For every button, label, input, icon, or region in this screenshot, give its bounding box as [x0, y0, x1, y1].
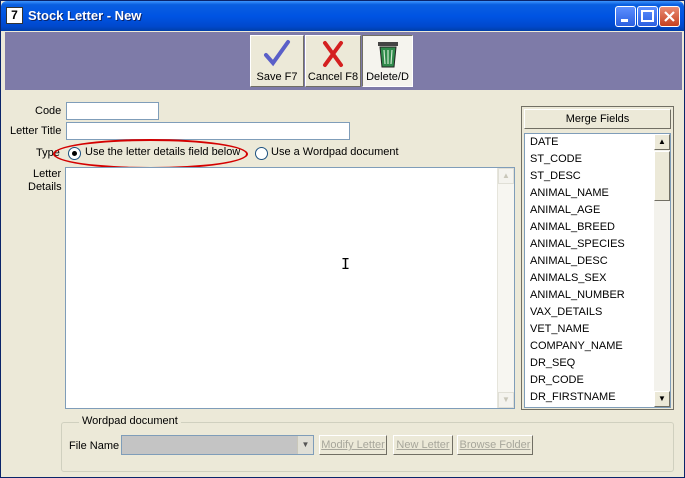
merge-field-item[interactable]: ANIMAL_DESC — [525, 253, 670, 270]
cancel-label: Cancel F8 — [307, 71, 359, 83]
title-bar[interactable]: 7 Stock Letter - New — [1, 1, 684, 31]
delete-label: Delete/D — [366, 71, 409, 83]
merge-field-item[interactable]: DR_SEQ — [525, 355, 670, 372]
wordpad-group-title: Wordpad document — [79, 415, 181, 427]
scroll-thumb[interactable] — [654, 151, 670, 201]
merge-field-item[interactable]: DR_CODE — [525, 372, 670, 389]
code-label: Code — [35, 105, 62, 117]
merge-field-item[interactable]: VAX_DETAILS — [525, 304, 670, 321]
checkmark-icon — [264, 40, 290, 67]
merge-scrollbar[interactable]: ▲ ▼ — [654, 134, 670, 407]
file-name-label: File Name — [69, 440, 120, 452]
maximize-button[interactable] — [637, 6, 658, 27]
maximize-icon — [641, 10, 654, 22]
code-input[interactable] — [66, 102, 159, 120]
new-letter-button[interactable]: New Letter — [393, 435, 453, 455]
letter-title-input[interactable] — [66, 122, 350, 140]
merge-field-item[interactable]: ANIMAL_BREED — [525, 219, 670, 236]
merge-field-item[interactable]: ST_CODE — [525, 151, 670, 168]
cancel-button[interactable]: Cancel F8 — [305, 35, 361, 87]
merge-field-item[interactable]: VET_NAME — [525, 321, 670, 338]
cross-icon — [323, 41, 343, 67]
radio-wordpad-label[interactable]: Use a Wordpad document — [271, 146, 399, 158]
details-scrollbar[interactable]: ▲ ▼ — [497, 168, 514, 408]
text-cursor-icon: I — [341, 255, 351, 273]
merge-field-item[interactable]: ST_DESC — [525, 168, 670, 185]
merge-field-item[interactable]: DR_FIRSTNAME — [525, 389, 670, 406]
letter-details-label-line1: Letter — [33, 168, 62, 180]
save-button[interactable]: Save F7 — [250, 35, 304, 87]
close-icon — [664, 11, 675, 22]
scroll-up-icon[interactable]: ▲ — [498, 168, 514, 184]
trash-bin-icon — [377, 42, 398, 68]
letter-details-textarea[interactable]: ▲ ▼ — [65, 167, 515, 409]
merge-field-item[interactable]: ANIMAL_SPECIES — [525, 236, 670, 253]
merge-field-item[interactable]: DATE — [525, 134, 670, 151]
letter-title-label: Letter Title — [10, 125, 62, 137]
merge-field-item[interactable]: ANIMAL_NAME — [525, 185, 670, 202]
toolbar: Save F7 Cancel F8 Delete/D — [5, 32, 682, 90]
delete-button[interactable]: Delete/D — [362, 35, 413, 87]
scroll-down-icon[interactable]: ▼ — [498, 392, 514, 408]
file-name-combo[interactable]: ▼ — [121, 435, 314, 455]
merge-field-item[interactable]: COMPANY_NAME — [525, 338, 670, 355]
highlight-annotation — [53, 139, 248, 169]
letter-details-label-line2: Details — [28, 181, 62, 193]
browse-folder-button[interactable]: Browse Folder — [457, 435, 533, 455]
scroll-down-icon[interactable]: ▼ — [654, 391, 670, 407]
minimize-icon — [621, 19, 628, 22]
close-button[interactable] — [659, 6, 680, 27]
modify-letter-button[interactable]: Modify Letter — [319, 435, 387, 455]
merge-fields-list[interactable]: DATE ST_CODE ST_DESC ANIMAL_NAME ANIMAL_AGE A… — [524, 133, 671, 408]
merge-field-item[interactable]: ANIMAL_AGE — [525, 202, 670, 219]
chevron-down-icon[interactable]: ▼ — [297, 436, 313, 454]
save-label: Save F7 — [256, 71, 298, 83]
window-title: Stock Letter - New — [28, 8, 142, 23]
radio-wordpad[interactable] — [255, 147, 268, 160]
merge-fields-panel: Merge Fields DATE ST_CODE ST_DESC ANIMAL_NA… — [521, 106, 674, 410]
scroll-up-icon[interactable]: ▲ — [654, 134, 670, 150]
app-icon: 7 — [6, 7, 23, 24]
merge-fields-header: Merge Fields — [524, 109, 671, 129]
merge-field-item[interactable]: ANIMALS_SEX — [525, 270, 670, 287]
merge-field-item[interactable]: ANIMAL_NUMBER — [525, 287, 670, 304]
minimize-button[interactable] — [615, 6, 636, 27]
stock-letter-window: 7 Stock Letter - New Save F7 Cancel F8 D… — [0, 0, 685, 478]
